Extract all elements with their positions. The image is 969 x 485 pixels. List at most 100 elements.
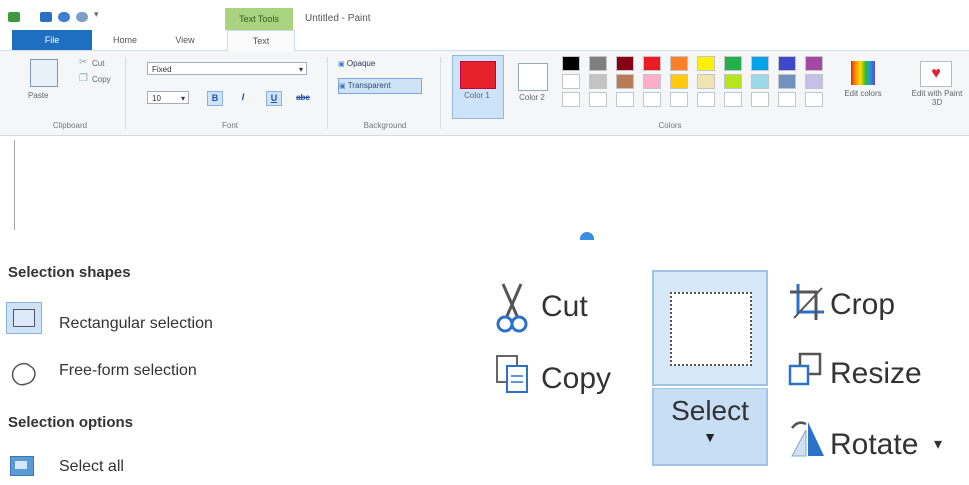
palette-swatch[interactable]: [616, 74, 634, 89]
cut-button[interactable]: Cut: [541, 290, 588, 324]
colors-group-label: Colors: [658, 121, 682, 130]
color-palette: [562, 56, 842, 110]
selection-options-heading: Selection options: [8, 414, 134, 431]
palette-swatch[interactable]: [589, 74, 607, 89]
color2-swatch[interactable]: [518, 63, 548, 91]
tab-view[interactable]: View: [160, 30, 210, 50]
underline-button[interactable]: U: [266, 91, 282, 106]
palette-swatch[interactable]: [751, 56, 769, 71]
rotate-dropdown-icon[interactable]: ▾: [934, 434, 942, 454]
color1-label: Color 1: [464, 91, 490, 100]
quick-access-dropdown-icon[interactable]: ▾: [94, 9, 99, 20]
palette-swatch[interactable]: [589, 56, 607, 71]
copy-button[interactable]: Copy: [541, 362, 611, 396]
palette-swatch[interactable]: [751, 92, 769, 107]
paste-button-label[interactable]: Paste: [28, 91, 48, 100]
cut-button-small[interactable]: Cut: [92, 59, 104, 68]
font-family-select[interactable]: Fixed ▾: [147, 62, 307, 75]
palette-swatch[interactable]: [562, 92, 580, 107]
selection-shapes-heading: Selection shapes: [8, 264, 131, 281]
palette-swatch[interactable]: [724, 56, 742, 71]
font-size-value: 10: [152, 94, 161, 103]
group-divider: [125, 57, 126, 129]
edit-colors-icon[interactable]: [851, 61, 875, 85]
select-rectangle-icon: [670, 292, 752, 366]
palette-swatch[interactable]: [562, 74, 580, 89]
strikethrough-button[interactable]: abc: [291, 91, 315, 104]
palette-swatch[interactable]: [670, 56, 688, 71]
palette-swatch[interactable]: [805, 74, 823, 89]
paint3d-icon[interactable]: ♥: [920, 61, 952, 87]
freeform-selection-item[interactable]: Free-form selection: [59, 362, 197, 380]
crop-button[interactable]: Crop: [830, 288, 895, 322]
select-all-item[interactable]: Select all: [59, 458, 124, 476]
rotate-icon: [791, 421, 824, 457]
palette-swatch[interactable]: [643, 74, 661, 89]
select-label: Select: [671, 395, 749, 426]
app-icon: [8, 12, 20, 22]
palette-swatch[interactable]: [697, 92, 715, 107]
palette-swatch[interactable]: [670, 74, 688, 89]
palette-swatch[interactable]: [724, 92, 742, 107]
palette-swatch[interactable]: [724, 74, 742, 89]
copy-icon-small: ❐: [79, 73, 88, 84]
palette-swatch[interactable]: [643, 56, 661, 71]
edit-colors-button[interactable]: Edit colors: [843, 89, 883, 98]
color1-swatch[interactable]: [460, 61, 496, 89]
chevron-down-icon: ▾: [180, 94, 185, 103]
chevron-down-icon: ▾: [298, 65, 303, 74]
color2-label: Color 2: [519, 93, 545, 102]
rectangular-selection-item[interactable]: Rectangular selection: [59, 315, 213, 333]
tab-file[interactable]: File: [12, 30, 92, 50]
palette-swatch[interactable]: [805, 92, 823, 107]
scissors-icon: [496, 283, 528, 333]
group-divider: [327, 57, 328, 129]
opaque-option[interactable]: ▣ Opaque: [338, 59, 416, 72]
transparent-icon: ▣: [339, 83, 346, 90]
resize-icon: [788, 352, 822, 386]
palette-swatch[interactable]: [697, 56, 715, 71]
palette-swatch[interactable]: [805, 56, 823, 71]
save-icon[interactable]: [40, 12, 52, 22]
title-bar: ▾ Text Tools Untitled - Paint: [0, 0, 969, 30]
palette-swatch[interactable]: [778, 74, 796, 89]
font-family-value: Fixed: [152, 65, 172, 74]
freeform-selection-icon[interactable]: [8, 358, 42, 388]
undo-icon[interactable]: [58, 12, 70, 22]
redo-icon[interactable]: [76, 12, 88, 22]
canvas-border: [14, 140, 15, 230]
rotate-button[interactable]: Rotate: [830, 428, 918, 462]
palette-swatch[interactable]: [670, 92, 688, 107]
chevron-down-icon: ▼: [703, 429, 717, 445]
clipboard-group-label: Clipboard: [52, 121, 88, 130]
drawing-canvas[interactable]: [14, 140, 969, 230]
font-size-select[interactable]: 10 ▾: [147, 91, 189, 104]
palette-swatch[interactable]: [778, 56, 796, 71]
copy-icon: [496, 355, 528, 393]
window-title: Untitled - Paint: [305, 13, 371, 24]
italic-button[interactable]: I: [236, 91, 250, 104]
palette-swatch[interactable]: [751, 74, 769, 89]
paint-window: ▾ Text Tools Untitled - Paint File Home …: [0, 0, 969, 240]
palette-swatch[interactable]: [562, 56, 580, 71]
cursor-blob-icon: [580, 232, 594, 240]
copy-button-small[interactable]: Copy: [92, 75, 111, 84]
palette-swatch[interactable]: [643, 92, 661, 107]
tab-text[interactable]: Text: [227, 30, 295, 52]
paste-icon[interactable]: [30, 59, 58, 87]
palette-swatch[interactable]: [778, 92, 796, 107]
transparent-option[interactable]: ▣ Transparent: [338, 78, 422, 94]
select-dropdown-button[interactable]: Select ▼: [652, 388, 768, 466]
group-divider: [440, 57, 441, 129]
bold-button[interactable]: B: [207, 91, 223, 106]
resize-button[interactable]: Resize: [830, 357, 922, 391]
edit-with-paint3d-button[interactable]: Edit with Paint 3D: [908, 89, 966, 107]
font-group-label: Font: [221, 121, 238, 130]
select-all-icon[interactable]: [10, 456, 34, 476]
palette-swatch[interactable]: [697, 74, 715, 89]
rectangular-selection-icon[interactable]: [6, 302, 42, 334]
palette-swatch[interactable]: [616, 56, 634, 71]
palette-swatch[interactable]: [616, 92, 634, 107]
palette-swatch[interactable]: [589, 92, 607, 107]
tab-home[interactable]: Home: [97, 30, 153, 50]
